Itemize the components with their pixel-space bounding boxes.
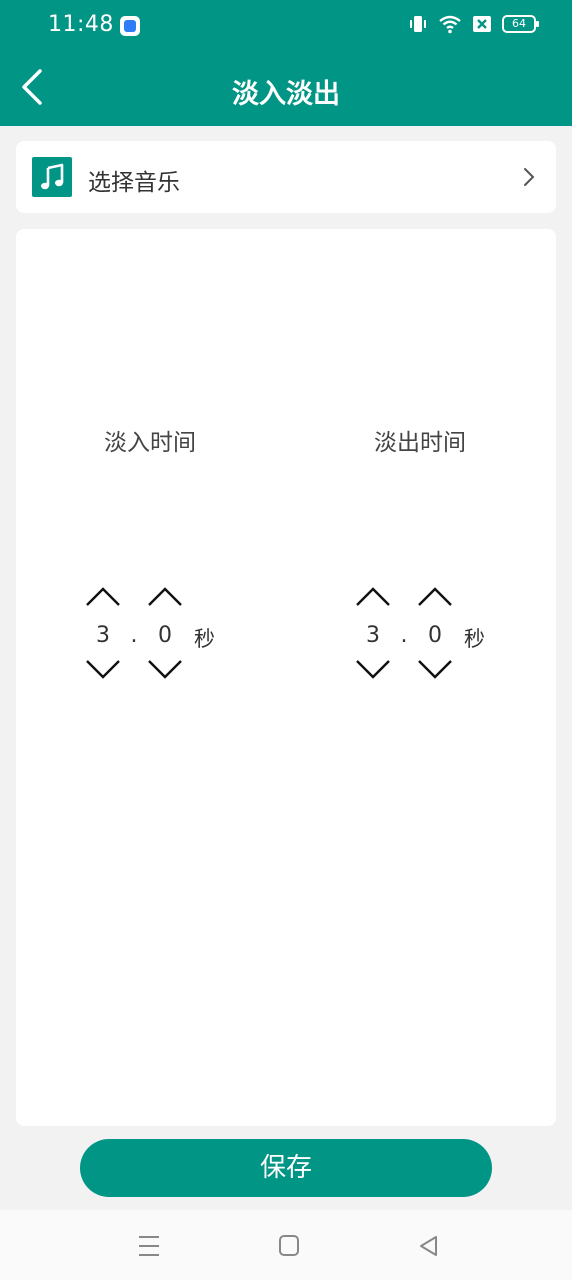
fade-out-integer-down-arrow-icon[interactable] bbox=[354, 657, 392, 681]
select-music-label: 选择音乐 bbox=[88, 170, 180, 196]
fade-out-picker: 3 . 0 秒 bbox=[354, 585, 504, 685]
fade-in-label: 淡入时间 bbox=[104, 430, 196, 456]
menu-icon[interactable] bbox=[134, 1232, 164, 1260]
fade-in-integer-down-arrow-icon[interactable] bbox=[84, 657, 122, 681]
vibrate-icon bbox=[408, 14, 428, 34]
fade-in-decimal-down-arrow-icon[interactable] bbox=[146, 657, 184, 681]
app-notification-icon bbox=[120, 16, 140, 36]
fade-in-picker: 3 . 0 秒 bbox=[84, 585, 234, 685]
battery-icon: 64 bbox=[502, 15, 539, 33]
music-note-icon bbox=[32, 157, 72, 197]
fade-out-unit: 秒 bbox=[464, 627, 485, 651]
fade-settings-card: 淡入时间 淡出时间 3 . 0 秒 3 . 0 秒 bbox=[16, 229, 556, 1126]
sim-error-icon bbox=[472, 15, 492, 33]
fade-out-decimal-up-arrow-icon[interactable] bbox=[416, 585, 454, 609]
fade-out-label: 淡出时间 bbox=[374, 430, 466, 456]
status-icons: 64 bbox=[408, 14, 539, 34]
fade-out-decimal-down-arrow-icon[interactable] bbox=[416, 657, 454, 681]
status-bar: 11:48 64 bbox=[0, 0, 572, 52]
back-triangle-icon[interactable] bbox=[414, 1232, 444, 1260]
chevron-right-icon bbox=[522, 166, 536, 192]
fade-in-decimal-up-arrow-icon[interactable] bbox=[146, 585, 184, 609]
app-bar: 淡入淡出 bbox=[0, 52, 572, 126]
fade-in-integer-up-arrow-icon[interactable] bbox=[84, 585, 122, 609]
fade-in-decimal-digit: 0 bbox=[158, 623, 172, 648]
select-music-row[interactable]: 选择音乐 bbox=[16, 141, 556, 213]
wifi-icon bbox=[438, 14, 462, 34]
fade-out-integer-up-arrow-icon[interactable] bbox=[354, 585, 392, 609]
save-button[interactable]: 保存 bbox=[80, 1139, 492, 1197]
system-nav-bar bbox=[0, 1210, 572, 1280]
fade-out-decimal-digit: 0 bbox=[428, 623, 442, 648]
page-title: 淡入淡出 bbox=[232, 79, 340, 110]
home-icon[interactable] bbox=[274, 1232, 304, 1260]
fade-in-unit: 秒 bbox=[194, 627, 215, 651]
status-time: 11:48 bbox=[48, 12, 114, 37]
